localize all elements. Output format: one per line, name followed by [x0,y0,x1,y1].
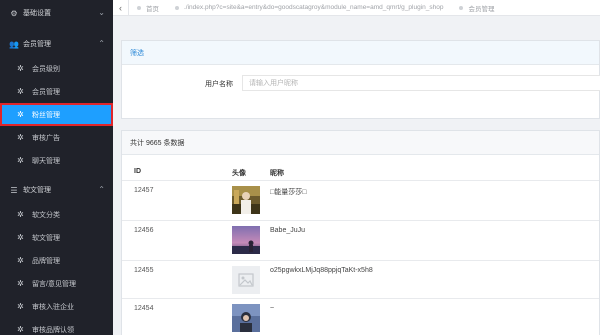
sidebar-item-review-enterprises[interactable]: ✲ 审核入驻企业 [0,295,113,318]
tab-home[interactable]: 首页 [129,0,167,16]
nav-group-label: 基础设置 [23,10,51,17]
tab-member-management[interactable]: 会员管理 [451,0,502,16]
tab-dot-icon [137,5,141,10]
tab-label: 会员管理 [468,5,495,13]
tab-dot-icon [459,5,464,10]
users-icon: 👥 [9,39,19,49]
sidebar-item-review-brand-claims[interactable]: ✲ 审核品牌认领 [0,318,113,335]
gear-icon: ✲ [17,302,24,311]
row-nickname: Babe_JuJu [270,227,306,234]
tab-label: ./index.php?c=site&a=entry&do=goodscatag… [184,4,444,11]
table-header: ID 头像 昵称 [122,164,599,180]
sidebar-item-feedback-management[interactable]: ✲ 留言/意见管理 [0,272,113,295]
tab-dot-icon [175,5,179,10]
avatar [232,186,260,214]
row-nickname: ~ [270,305,275,312]
gear-icon: ✲ [17,64,24,73]
avatar-photo-icon [232,304,260,332]
sidebar-item-label: 留言/意见管理 [32,280,76,288]
tab-label: 首页 [146,5,159,13]
sidebar-item-label: 会员管理 [32,88,60,96]
avatar [232,226,260,254]
sidebar-item-label: 粉丝管理 [32,111,60,119]
sidebar-item-member-levels[interactable]: ✲ 会员级别 [0,57,113,80]
tab-scroll-left-button[interactable]: ‹ [113,0,129,16]
row-id: 12455 [134,267,154,274]
table-row: 12456 Babe_JuJu [122,220,599,260]
nav-group-label: 软文管理 [23,187,51,194]
gear-icon: ✲ [17,279,24,288]
sidebar-item-label: 会员级别 [32,65,60,73]
gear-icon: ✲ [17,133,24,142]
sidebar-item-label: 审核广告 [32,134,60,142]
list-icon: ☰ [10,185,18,195]
tab-goods-category[interactable]: ./index.php?c=site&a=entry&do=goodscatag… [167,0,451,16]
nav-group-label: 会员管理 [23,41,51,48]
row-nickname: □能量莎莎□ [270,189,307,196]
sidebar-item-fans-management[interactable]: ✲ 粉丝管理 [0,103,113,126]
nav-group-member-management[interactable]: 👥 会员管理 ⌃ [0,31,113,57]
sidebar-item-article-categories[interactable]: ✲ 软文分类 [0,203,113,226]
gear-icon: ✲ [17,156,24,165]
avatar [232,304,260,332]
sidebar-item-brand-management[interactable]: ✲ 品牌管理 [0,249,113,272]
sidebar-item-label: 审核入驻企业 [32,303,74,311]
row-id: 12457 [134,187,154,194]
sidebar: ⚙ 基础设置 ⌄ 👥 会员管理 ⌃ ✲ 会员级别 ✲ 会员管理 ✲ 粉丝管理 ✲… [0,0,113,335]
sidebar-item-chat-management[interactable]: ✲ 聊天管理 [0,149,113,172]
gear-icon: ✲ [17,256,24,265]
chevron-up-icon: ⌃ [98,185,105,194]
nav-group-basic-settings[interactable]: ⚙ 基础设置 ⌄ [0,0,113,26]
column-header-id: ID [134,168,141,175]
sidebar-item-label: 聊天管理 [32,157,60,165]
row-id: 12454 [134,305,154,312]
nav-group-article-management[interactable]: ☰ 软文管理 ⌃ [0,177,113,203]
table-row: 12454 ~ [122,298,599,335]
sidebar-item-member-management[interactable]: ✲ 会员管理 [0,80,113,103]
username-label: 用户名称 [205,81,233,88]
table-row: 12455 o25pgwkxLMjJq88ppjqTaKt-x5h8 [122,260,599,298]
image-placeholder-icon [232,266,260,294]
avatar-photo-icon [232,186,260,214]
sidebar-item-label: 软文分类 [32,211,60,219]
username-search-input[interactable] [242,75,600,91]
sidebar-item-article-management[interactable]: ✲ 软文管理 [0,226,113,249]
filter-panel: 筛选 用户名称 [121,40,600,119]
sidebar-item-label: 审核品牌认领 [32,326,74,334]
avatar [232,266,260,294]
chevron-up-icon: ⌃ [98,39,105,48]
sidebar-item-label: 品牌管理 [32,257,60,265]
sidebar-item-label: 软文管理 [32,234,60,242]
column-header-nickname: 昵称 [270,170,284,177]
row-nickname: o25pgwkxLMjJq88ppjqTaKt-x5h8 [270,267,373,274]
gear-icon: ✲ [17,210,24,219]
tab-bar: ‹ 首页 ./index.php?c=site&a=entry&do=goods… [113,0,600,16]
gears-icon: ⚙ [10,8,18,18]
table-row: 12457 □能量莎莎□ [122,180,599,220]
data-panel: 共计 9665 条数据 ID 头像 昵称 12457 □能量莎莎□ 12456 [121,130,600,335]
gear-icon: ✲ [17,233,24,242]
chevron-left-icon: ‹ [119,2,122,13]
row-id: 12456 [134,227,154,234]
sidebar-item-review-ads[interactable]: ✲ 审核广告 [0,126,113,149]
avatar-photo-icon [232,226,260,254]
chevron-down-icon: ⌄ [98,8,105,17]
filter-panel-title: 筛选 [122,41,599,65]
gear-icon: ✲ [17,87,24,96]
gear-icon: ✲ [17,325,24,334]
column-header-avatar: 头像 [232,170,246,177]
record-count-summary: 共计 9665 条数据 [122,131,599,155]
gear-icon: ✲ [17,110,24,119]
